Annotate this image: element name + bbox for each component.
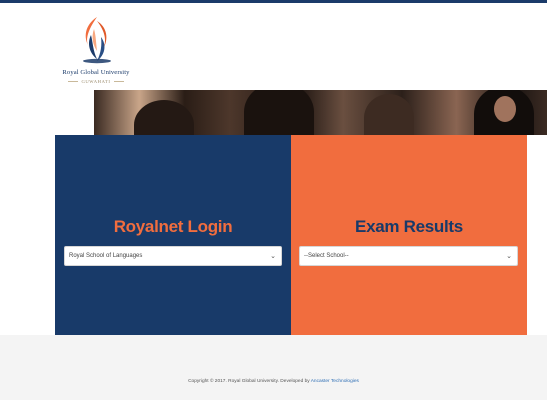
login-school-select[interactable]: Royal School of Languages ⌄ [64,246,282,266]
logo-university-name: Royal Global University [62,69,130,76]
footer-copyright: Copyright © 2017. Royal Global Universit… [0,379,547,384]
hero-banner-image [94,90,547,135]
royalnet-login-title: Royalnet Login [113,217,233,236]
royalnet-login-panel: Royalnet Login Royal School of Languages… [55,135,291,335]
exam-results-title: Exam Results [355,217,463,236]
developer-link[interactable]: Ancaster Technologies [311,379,359,384]
flame-emblem-icon [83,17,111,64]
university-logo[interactable]: Royal Global University GUWAHATI [55,15,137,89]
site-footer: Copyright © 2017. Royal Global Universit… [0,335,547,400]
chevron-down-icon: ⌄ [270,253,276,260]
logo-city: GUWAHATI [55,79,137,84]
exam-results-panel: Exam Results --Select School-- ⌄ [291,135,527,335]
chevron-down-icon: ⌄ [506,253,512,260]
site-header: Royal Global University GUWAHATI [0,3,547,90]
copyright-text: Copyright © 2017. Royal Global Universit… [188,379,311,384]
results-school-select[interactable]: --Select School-- ⌄ [299,246,518,266]
results-school-select-value: --Select School-- [304,253,349,259]
login-school-select-value: Royal School of Languages [69,253,143,259]
